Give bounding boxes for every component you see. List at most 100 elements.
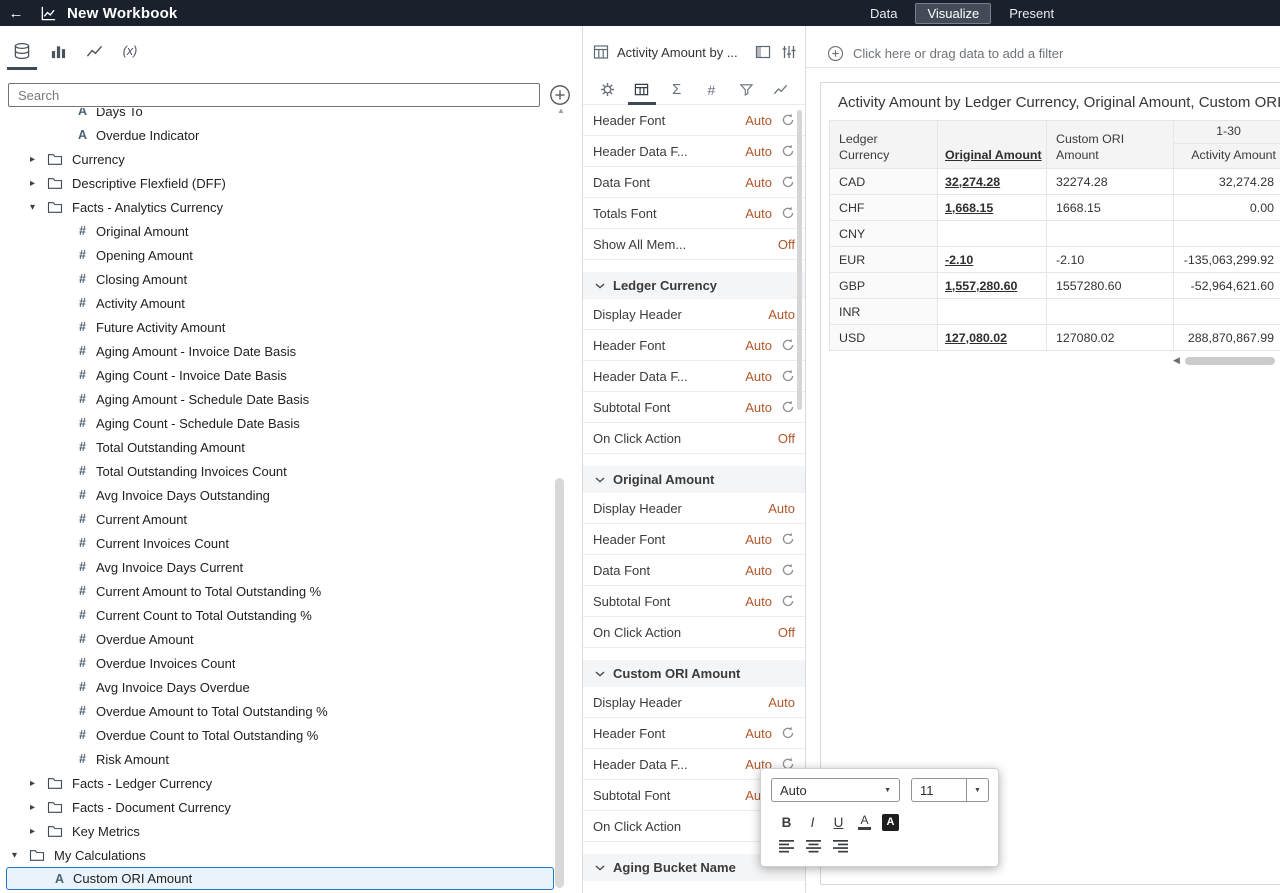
tree-field[interactable]: A Custom ORI Amount — [6, 867, 554, 890]
bold-button[interactable]: B — [775, 811, 798, 833]
reset-icon[interactable] — [781, 113, 795, 127]
property-row[interactable]: Header Data F... Auto — [583, 136, 805, 167]
tab-analytics-properties[interactable] — [770, 75, 792, 104]
layout-panel-icon[interactable] — [755, 44, 771, 60]
font-size-select[interactable]: 11 ▼ — [911, 778, 989, 802]
property-value[interactable]: Auto — [745, 594, 772, 609]
table-row[interactable]: USD 127,080.02 127080.02 288,870,867.99 — [829, 324, 1280, 351]
table-row[interactable]: CHF 1,668.15 1668.15 0.00 — [829, 194, 1280, 221]
property-value[interactable]: Auto — [745, 563, 772, 578]
tree-field[interactable]: # Aging Count - Schedule Date Basis — [0, 411, 582, 435]
tree-field[interactable]: # Aging Count - Invoice Date Basis — [0, 363, 582, 387]
expand-arrow-icon[interactable]: ▸ — [30, 826, 47, 837]
italic-button[interactable]: I — [801, 811, 824, 833]
tree-folder[interactable]: ▸ Descriptive Flexfield (DFF) — [0, 171, 582, 195]
pivot-visualization[interactable]: Activity Amount by Ledger Currency, Orig… — [820, 82, 1280, 885]
reset-icon[interactable] — [781, 369, 795, 383]
property-row[interactable]: Header Font Auto — [583, 105, 805, 136]
property-value[interactable]: Auto — [745, 726, 772, 741]
property-row[interactable]: Totals Font Auto — [583, 198, 805, 229]
table-row[interactable]: GBP 1,557,280.60 1557280.60 -52,964,621.60 — [829, 272, 1280, 299]
reset-icon[interactable] — [781, 594, 795, 608]
property-section-header[interactable]: Custom ORI Amount — [583, 660, 805, 687]
tree-field[interactable]: A Overdue Indicator — [0, 123, 582, 147]
tree-field[interactable]: # Current Amount — [0, 507, 582, 531]
horizontal-scrollbar-thumb[interactable] — [1184, 356, 1275, 365]
tab-general-properties[interactable] — [596, 75, 618, 104]
expand-arrow-icon[interactable]: ▸ — [30, 778, 47, 789]
collapse-arrow-icon[interactable]: ▾ — [30, 202, 47, 213]
reset-icon[interactable] — [781, 726, 795, 740]
align-center-button[interactable] — [802, 836, 825, 855]
tab-calculations[interactable]: (x) — [112, 36, 148, 66]
scroll-up-icon[interactable]: ▲ — [557, 106, 565, 115]
reset-icon[interactable] — [781, 206, 795, 220]
tree-folder[interactable]: ▸ Facts - Document Currency — [0, 795, 582, 819]
property-row[interactable]: On Click Action Off — [583, 423, 805, 454]
property-section-header[interactable]: Original Amount — [583, 466, 805, 493]
tree-folder[interactable]: ▸ Currency — [0, 147, 582, 171]
expand-arrow-icon[interactable]: ▸ — [30, 802, 47, 813]
tree-field[interactable]: # Opening Amount — [0, 243, 582, 267]
property-row[interactable]: On Click Action Off — [583, 617, 805, 648]
row-header-cell[interactable]: GBP — [829, 272, 938, 299]
reset-icon[interactable] — [781, 563, 795, 577]
tab-values-properties[interactable]: # — [700, 75, 722, 104]
original-amount-cell[interactable]: 32,274.28 — [937, 168, 1047, 195]
tree-folder[interactable]: ▾ Facts - Analytics Currency — [0, 195, 582, 219]
property-value[interactable]: Auto — [768, 695, 795, 710]
tree-field[interactable]: # Risk Amount — [0, 747, 582, 771]
row-header-cell[interactable]: CNY — [829, 220, 938, 247]
original-amount-cell[interactable]: 1,557,280.60 — [937, 272, 1047, 299]
tree-field[interactable]: # Avg Invoice Days Current — [0, 555, 582, 579]
reset-icon[interactable] — [781, 400, 795, 414]
reset-icon[interactable] — [781, 144, 795, 158]
reset-icon[interactable] — [781, 175, 795, 189]
property-section-header[interactable]: Ledger Currency — [583, 272, 805, 299]
original-amount-cell[interactable] — [937, 298, 1047, 325]
property-row[interactable]: Display Header Auto — [583, 687, 805, 718]
col-header-custom-ori-amount[interactable]: Custom ORI Amount — [1046, 120, 1174, 169]
col-header-original-amount[interactable]: Original Amount — [937, 120, 1047, 169]
property-row[interactable]: Header Font Auto — [583, 718, 805, 749]
tree-field[interactable]: # Overdue Invoices Count — [0, 651, 582, 675]
tree-field[interactable]: # Activity Amount — [0, 291, 582, 315]
filter-bar[interactable]: Click here or drag data to add a filter — [806, 40, 1280, 68]
property-value[interactable]: Auto — [745, 400, 772, 415]
col-header-activity-amount[interactable]: Activity Amount — [1173, 143, 1280, 169]
property-row[interactable]: Data Font Auto — [583, 167, 805, 198]
row-header-cell[interactable]: CAD — [829, 168, 938, 195]
tab-style-properties[interactable] — [627, 75, 656, 105]
tree-field[interactable]: # Closing Amount — [0, 267, 582, 291]
tree-field[interactable]: # Avg Invoice Days Outstanding — [0, 483, 582, 507]
tree-field[interactable]: # Avg Invoice Days Overdue — [0, 675, 582, 699]
reset-icon[interactable] — [781, 532, 795, 546]
properties-scrollbar[interactable] — [797, 110, 802, 410]
tab-data[interactable]: Data — [862, 3, 905, 24]
collapse-arrow-icon[interactable]: ▾ — [12, 850, 29, 861]
property-value[interactable]: Off — [778, 625, 795, 640]
font-family-select[interactable]: Auto ▼ — [771, 778, 900, 802]
align-left-button[interactable] — [775, 836, 798, 855]
tab-data-sources[interactable] — [4, 36, 40, 70]
property-row[interactable]: Header Data F... Auto — [583, 361, 805, 392]
underline-button[interactable]: U — [827, 811, 850, 833]
tree-field[interactable]: # Overdue Count to Total Outstanding % — [0, 723, 582, 747]
property-value[interactable]: Auto — [745, 206, 772, 221]
table-row[interactable]: CAD 32,274.28 32274.28 32,274.28 — [829, 168, 1280, 195]
tree-field[interactable]: # Total Outstanding Amount — [0, 435, 582, 459]
property-value[interactable]: Auto — [745, 113, 772, 128]
expand-arrow-icon[interactable]: ▸ — [30, 154, 47, 165]
property-row[interactable]: Header Font Auto — [583, 524, 805, 555]
original-amount-cell[interactable]: 1,668.15 — [937, 194, 1047, 221]
tab-visualizations[interactable] — [40, 36, 76, 66]
tree-field[interactable]: # Overdue Amount — [0, 627, 582, 651]
tree-field[interactable]: # Overdue Amount to Total Outstanding % — [0, 699, 582, 723]
original-amount-cell[interactable]: -2.10 — [937, 246, 1047, 273]
property-value[interactable]: Auto — [768, 501, 795, 516]
table-row[interactable]: INR — [829, 298, 1280, 325]
property-row[interactable]: Subtotal Font Auto — [583, 392, 805, 423]
property-value[interactable]: Auto — [768, 307, 795, 322]
row-header-cell[interactable]: USD — [829, 324, 938, 351]
tree-field[interactable]: # Current Amount to Total Outstanding % — [0, 579, 582, 603]
